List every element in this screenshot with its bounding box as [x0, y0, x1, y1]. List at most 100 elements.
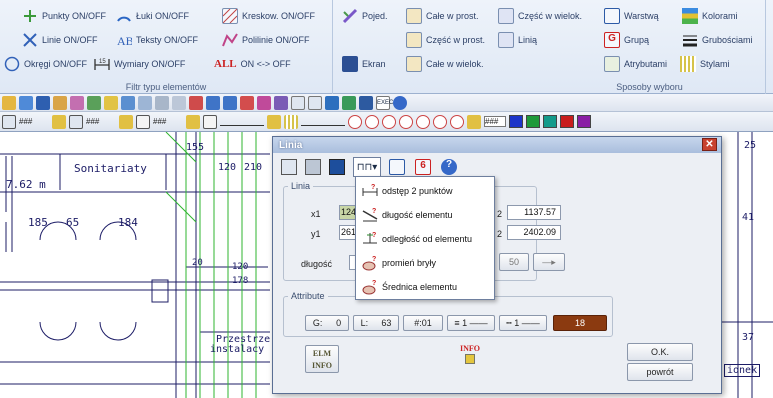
texts-toggle-button[interactable]: AB Teksty ON/OFF	[116, 30, 198, 50]
print-icon[interactable]	[53, 95, 67, 110]
dialog-close-button[interactable]: ✕	[702, 138, 717, 151]
pan-icon[interactable]	[433, 114, 447, 129]
window-select-icon[interactable]	[2, 114, 16, 129]
group-field[interactable]: ###	[86, 117, 116, 126]
palette-icon[interactable]	[121, 95, 135, 110]
linetype-icon[interactable]	[203, 114, 217, 129]
open-icon[interactable]	[2, 95, 16, 110]
lines-toggle-button[interactable]: Linie ON/OFF	[22, 30, 98, 50]
x2-input[interactable]: 1137.57	[507, 205, 561, 220]
circles-toggle-button[interactable]: Okręgi ON/OFF	[4, 54, 87, 74]
menu-item-distance-from-element[interactable]: ? odległość od elementu	[356, 227, 496, 251]
color-green-swatch[interactable]	[526, 115, 540, 128]
frame-icon[interactable]	[308, 95, 322, 110]
layer-panel-icon[interactable]	[69, 114, 83, 129]
attributes-select-button[interactable]: Atrybutami	[604, 54, 667, 74]
panel-icon[interactable]	[359, 95, 373, 110]
view-icon[interactable]	[138, 95, 152, 110]
color-red-swatch[interactable]	[560, 115, 574, 128]
thickness-field[interactable]	[301, 118, 345, 126]
zoom-prev-icon[interactable]	[399, 114, 413, 129]
color-teal-swatch[interactable]	[543, 115, 557, 128]
linetype-field[interactable]	[220, 118, 264, 126]
lock4-icon[interactable]	[267, 114, 281, 129]
length-right-button[interactable]: 50	[499, 253, 529, 271]
redraw-icon[interactable]	[450, 114, 464, 129]
line-select-button[interactable]: Linią	[498, 30, 537, 50]
table-icon[interactable]	[274, 95, 288, 110]
hatch-toggle-button[interactable]: Kreskow. ON/OFF	[222, 6, 315, 26]
find-icon[interactable]	[257, 95, 271, 110]
lock2-icon[interactable]	[119, 114, 133, 129]
screen-select-button[interactable]: Ekran	[342, 54, 386, 74]
copy-icon[interactable]	[172, 95, 186, 110]
y2-input[interactable]: 2402.09	[507, 225, 561, 240]
thickness-tb-icon[interactable]	[284, 114, 298, 129]
lock3-icon[interactable]	[186, 114, 200, 129]
tools-icon[interactable]	[87, 95, 101, 110]
color-blue-swatch[interactable]	[509, 115, 523, 128]
whole-rect-select-button[interactable]: Całe w prost.	[406, 6, 479, 26]
pen-field[interactable]: ###	[153, 117, 183, 126]
layers-icon[interactable]	[70, 95, 84, 110]
help-tool-button[interactable]: ?	[439, 157, 459, 177]
monitor-icon[interactable]	[342, 95, 356, 110]
copy-tool-button[interactable]	[279, 157, 299, 177]
styles-select-button[interactable]: Stylami	[680, 54, 730, 74]
exec-icon[interactable]: EXEC	[376, 95, 393, 110]
undo-icon[interactable]	[206, 95, 220, 110]
zoom-all-icon[interactable]	[382, 114, 396, 129]
pen-icon[interactable]	[136, 114, 150, 129]
part-polygon-select-button[interactable]: Część w wielok.	[498, 6, 582, 26]
zoom-in-icon[interactable]	[348, 114, 362, 129]
single-select-button[interactable]: Pojed.	[342, 6, 388, 26]
elm-info-button[interactable]: ELM INFO	[305, 345, 339, 373]
layer-field[interactable]: ###	[19, 117, 49, 126]
length-arrow-button[interactable]: —▸	[533, 253, 565, 271]
back-button[interactable]: powrót	[627, 363, 693, 381]
zoom-ext-icon[interactable]	[416, 114, 430, 129]
menu-item-element-length[interactable]: ? długość elementu	[356, 203, 496, 227]
color-field[interactable]: ###	[484, 116, 506, 127]
all-toggle-button[interactable]: ALL ON <-> OFF	[214, 54, 291, 74]
polyline-toggle-button[interactable]: Polilinie ON/OFF	[222, 30, 310, 50]
calculator-tool-button[interactable]	[327, 157, 347, 177]
layer-tool-button[interactable]	[387, 157, 407, 177]
attr-style-field[interactable]: ┅ 1 ——	[499, 315, 547, 331]
attr-thickness-field[interactable]: ≡ 1 ——	[447, 315, 495, 331]
group-select-button[interactable]: G Grupą	[604, 30, 649, 50]
dimensions-toggle-button[interactable]: 15 Wymiary ON/OFF	[94, 54, 185, 74]
points-toggle-button[interactable]: Punkty ON/OFF	[22, 6, 106, 26]
color-purple-swatch[interactable]	[577, 115, 591, 128]
measure-icon[interactable]	[240, 95, 254, 110]
thickness-select-button[interactable]: Grubościami	[682, 30, 753, 50]
measure-dropdown-button[interactable]: ⊓⊓▾	[353, 157, 381, 177]
save-icon[interactable]	[36, 95, 50, 110]
lock-icon[interactable]	[52, 114, 66, 129]
attr-pen-field[interactable]: #:01	[403, 315, 443, 331]
menu-item-element-diameter[interactable]: ? Średnica elementu	[356, 275, 496, 299]
objects-icon[interactable]	[104, 95, 118, 110]
colors-select-button[interactable]: Kolorami	[682, 6, 738, 26]
menu-item-distance-two-points[interactable]: ? odstęp 2 punktów	[356, 179, 496, 203]
help-icon[interactable]	[393, 95, 407, 110]
zoom-window-icon[interactable]	[189, 95, 203, 110]
arcs-toggle-button[interactable]: Łuki ON/OFF	[116, 6, 189, 26]
whole-polygon-select-button[interactable]: Całe w wielok.	[406, 54, 484, 74]
grid-icon[interactable]	[19, 95, 33, 110]
window-icon[interactable]	[325, 95, 339, 110]
ok-button[interactable]: O.K.	[627, 343, 693, 361]
redo-icon[interactable]	[223, 95, 237, 110]
plot-icon[interactable]	[155, 95, 169, 110]
attr-color-field[interactable]: 18	[553, 315, 607, 331]
attr-group-field[interactable]: G: 0	[305, 315, 349, 331]
part-rect-select-button[interactable]: Część w prost.	[406, 30, 485, 50]
attr-layer-field[interactable]: L: 63	[353, 315, 399, 331]
lock5-icon[interactable]	[467, 114, 481, 129]
info-button[interactable]: INFO	[453, 343, 487, 371]
paste-tool-button[interactable]	[303, 157, 323, 177]
zoom-out-icon[interactable]	[365, 114, 379, 129]
menu-item-solid-radius[interactable]: ? promień bryły	[356, 251, 496, 275]
group-tool-button[interactable]: 6	[413, 157, 433, 177]
layer-select-button[interactable]: Warstwą	[604, 6, 659, 26]
